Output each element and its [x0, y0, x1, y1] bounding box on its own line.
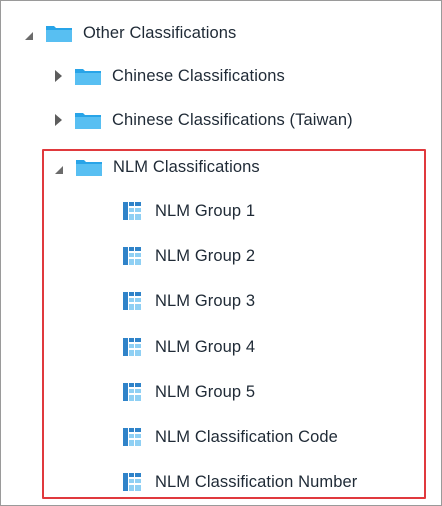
- folder-icon: [46, 25, 72, 42]
- tree-node-label: Chinese Classifications: [112, 66, 285, 85]
- tree-node-chinese-classifications-taiwan[interactable]: Chinese Classifications (Taiwan): [53, 105, 353, 135]
- classification-tree-panel: Other Classifications Chinese Classifica…: [0, 0, 442, 506]
- highlight-box: [42, 149, 426, 499]
- expand-toggle-icon[interactable]: [55, 114, 62, 126]
- tree-node-label: Other Classifications: [83, 23, 237, 42]
- tree-node-label: Chinese Classifications (Taiwan): [112, 110, 353, 129]
- folder-icon: [75, 68, 101, 85]
- folder-icon: [75, 112, 101, 129]
- tree-node-chinese-classifications[interactable]: Chinese Classifications: [53, 61, 285, 91]
- expand-toggle-icon[interactable]: [55, 70, 62, 82]
- classification-tree: Other Classifications Chinese Classifica…: [1, 1, 441, 505]
- expand-toggle-icon[interactable]: [25, 32, 33, 40]
- tree-node-other-classifications[interactable]: Other Classifications: [23, 18, 236, 48]
